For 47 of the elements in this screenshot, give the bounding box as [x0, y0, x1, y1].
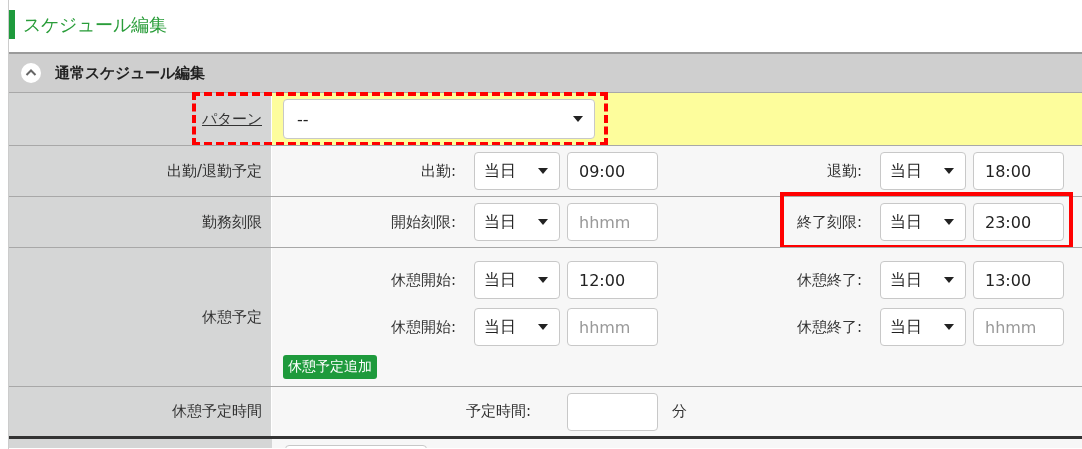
- caret-icon: [944, 219, 954, 225]
- caret-icon: [538, 277, 548, 283]
- row-label: 勤務刻限: [202, 212, 262, 232]
- field-label: 退勤:: [826, 161, 862, 181]
- field-label: 予定時間:: [465, 402, 531, 421]
- time-field[interactable]: 12:00: [567, 261, 658, 299]
- time-field[interactable]: 09:00: [567, 152, 658, 190]
- dropdown[interactable]: 当日: [474, 308, 560, 346]
- row-label: 出勤/退勤予定: [166, 161, 262, 181]
- dropdown[interactable]: 当日: [474, 261, 560, 299]
- page-title: スケジュール編集: [9, 10, 167, 39]
- caret-icon: [538, 324, 548, 330]
- section-title: 通常スケジュール編集: [55, 63, 205, 83]
- section-header[interactable]: 通常スケジュール編集: [9, 52, 1082, 92]
- caret-icon: [944, 168, 954, 174]
- dropdown[interactable]: 当日: [474, 203, 560, 241]
- caret-icon: [944, 324, 954, 330]
- unit-label: 分: [672, 402, 687, 421]
- time-field[interactable]: hhmm: [973, 308, 1064, 346]
- dropdown[interactable]: 当日: [880, 152, 966, 190]
- caret-icon: [573, 116, 583, 122]
- add-break-button[interactable]: 休憩予定追加: [283, 355, 377, 379]
- time-field[interactable]: 13:00: [973, 261, 1064, 299]
- caret-icon: [538, 168, 548, 174]
- field-label: 開始刻限:: [390, 212, 456, 232]
- time-field[interactable]: 23:00: [973, 203, 1064, 241]
- dropdown[interactable]: 当日: [880, 203, 966, 241]
- row-label: 休憩予定: [202, 307, 262, 327]
- field-label: 休憩開始:: [390, 317, 456, 337]
- dropdown[interactable]: 当日: [880, 261, 966, 299]
- caret-icon: [538, 219, 548, 225]
- field-label: 休憩終了:: [796, 270, 862, 290]
- field-label: 終了刻限:: [796, 212, 862, 232]
- field-label: 休憩終了:: [796, 317, 862, 337]
- dropdown[interactable]: 当日: [880, 308, 966, 346]
- collapse-icon[interactable]: [21, 63, 41, 83]
- field-label: 出勤:: [420, 161, 456, 181]
- caret-icon: [944, 277, 954, 283]
- dropdown[interactable]: --: [283, 99, 595, 139]
- dropdown[interactable]: 当日: [474, 152, 560, 190]
- duration-field[interactable]: [567, 392, 658, 431]
- time-field[interactable]: hhmm: [567, 308, 658, 346]
- field-label: 休憩開始:: [390, 270, 456, 290]
- pattern-link[interactable]: パターン: [202, 109, 262, 128]
- row-label: 休憩予定時間: [172, 402, 262, 421]
- time-field[interactable]: 18:00: [973, 152, 1064, 190]
- time-field[interactable]: hhmm: [567, 203, 658, 241]
